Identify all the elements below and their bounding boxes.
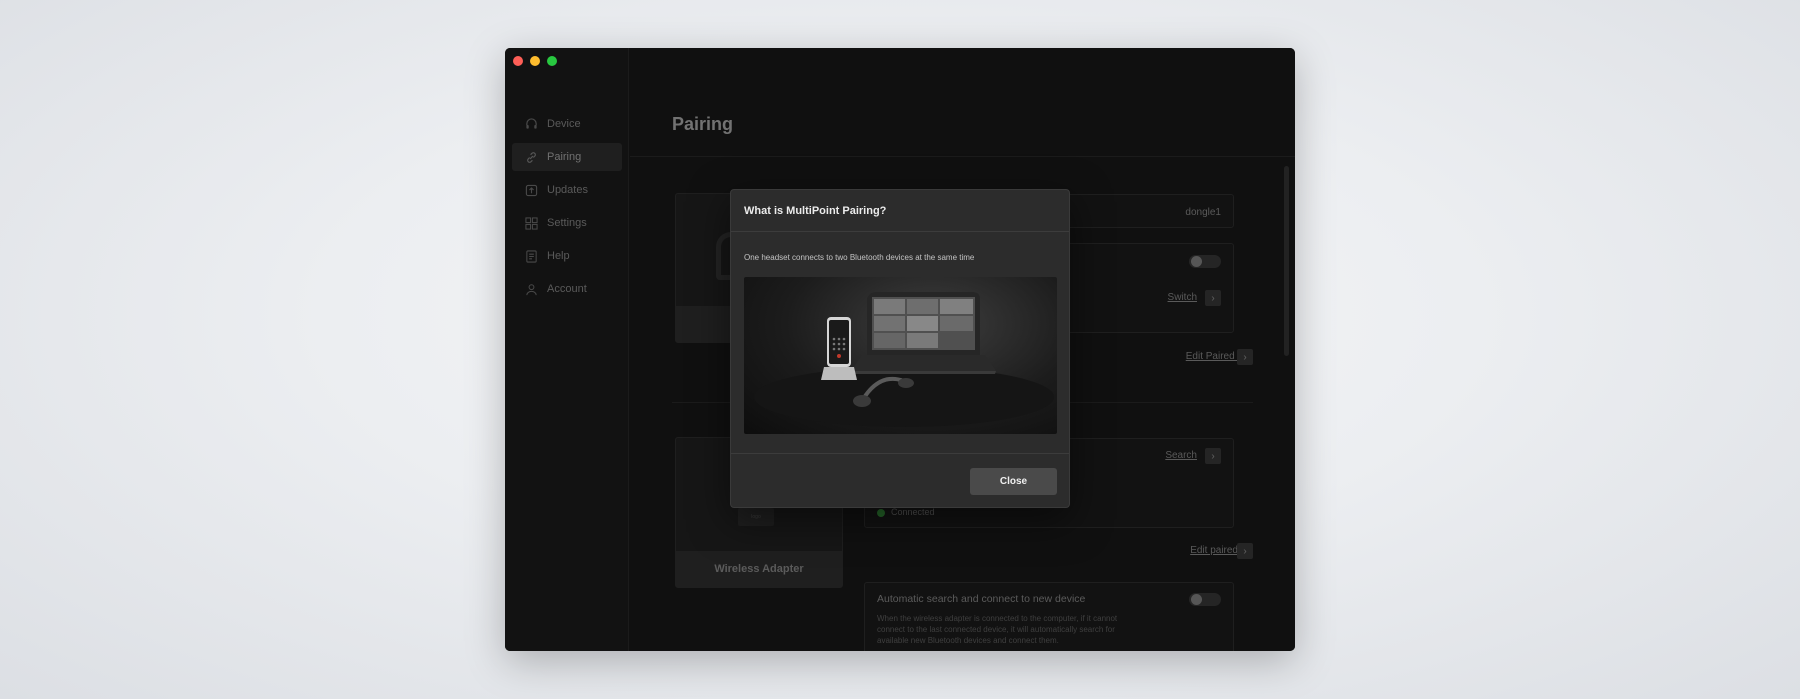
phone-image [821,317,857,380]
window-minimize-button[interactable] [530,56,540,66]
window-controls [513,56,557,66]
multipoint-dialog: What is MultiPoint Pairing? One headset … [730,189,1070,508]
dialog-footer-divider [731,453,1069,454]
dialog-title: What is MultiPoint Pairing? [744,205,887,217]
dialog-description: One headset connects to two Bluetooth de… [744,253,975,262]
close-button[interactable]: Close [970,468,1057,495]
window-close-button[interactable] [513,56,523,66]
laptop-image [851,292,996,374]
multipoint-illustration [744,277,1057,434]
dialog-header-divider [731,231,1069,232]
window-maximize-button[interactable] [547,56,557,66]
